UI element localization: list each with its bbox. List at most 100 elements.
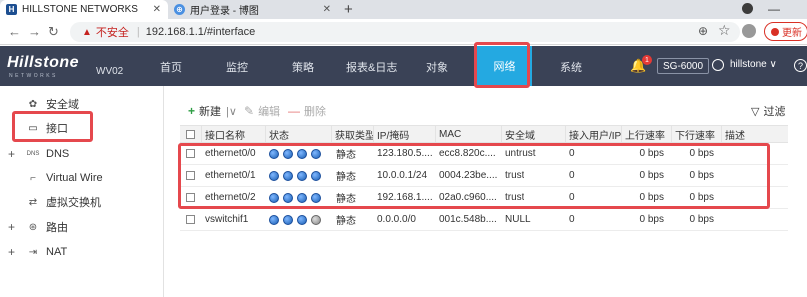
column-header[interactable]: 上行速率 — [622, 126, 672, 142]
nat-icon: ⇥ — [28, 246, 38, 258]
url-input[interactable]: ▲ 不安全 | 192.168.1.1/#interface — [70, 22, 740, 42]
back-icon[interactable]: ← — [8, 24, 21, 39]
update-button[interactable]: 更新 — [764, 22, 807, 41]
menu-home[interactable]: 首页 — [160, 59, 182, 75]
edit-button[interactable]: ✎ 编辑 — [244, 103, 280, 119]
new-label: 新建 — [199, 106, 222, 118]
delete-button[interactable]: — 删除 — [288, 103, 326, 119]
cell-ip: 0.0.0.0/0 — [377, 214, 416, 225]
security-zone-icon: ✿ — [28, 98, 38, 110]
column-header[interactable]: 描述 — [722, 126, 788, 142]
minimize-icon[interactable]: — — [768, 2, 780, 16]
forward-icon[interactable]: → — [28, 24, 41, 39]
dropdown-icon[interactable]: |∨ — [226, 105, 237, 118]
tab-title: 用户登录 - 博图 — [190, 6, 259, 17]
zoom-icon[interactable]: ⊕ — [698, 24, 708, 38]
browser-tab-login[interactable]: ⊕ 用户登录 - 博图 ✕ — [168, 0, 338, 19]
tab-title: HILLSTONE NETWORKS — [22, 4, 138, 15]
logo-subtitle: NETWORKS — [9, 73, 58, 79]
sidebar-item-label: DNS — [46, 148, 70, 160]
column-header[interactable]: 接口名称 — [202, 126, 266, 142]
cell-uplink: 0 bps — [639, 214, 664, 225]
update-label: 更新 — [782, 28, 802, 39]
filter-funnel-icon: ▽ — [751, 105, 760, 118]
sidebar-item-dns[interactable]: + DNS DNS — [0, 144, 164, 164]
status-down-icon — [311, 214, 321, 225]
browser-tab-strip: H HILLSTONE NETWORKS ✕ ⊕ 用户登录 - 博图 ✕ + — — [0, 0, 807, 19]
dns-icon: DNS — [26, 151, 40, 157]
cell-interface-name: vswitchif1 — [205, 214, 249, 225]
menu-reports-logs[interactable]: 报表&日志 — [346, 59, 397, 75]
model-label: WV02 — [96, 66, 124, 77]
sidebar-item-virtual-switch[interactable]: ⇄ 虚拟交换机 — [0, 192, 164, 212]
url-text: 192.168.1.1/#interface — [145, 26, 256, 38]
update-dot-icon — [771, 27, 779, 36]
bookmark-star-icon[interactable]: ☆ — [718, 22, 731, 39]
expand-icon[interactable]: + — [8, 245, 15, 259]
column-header[interactable]: MAC — [436, 126, 502, 142]
device-label: SG-6000 — [657, 58, 710, 74]
highlight-ethernet-rows — [178, 143, 770, 209]
sidebar-item-label: NAT — [46, 246, 68, 258]
hillstone-logo: Hillstone — [7, 54, 80, 71]
virtual-wire-icon: ⌐ — [30, 172, 36, 184]
expand-icon[interactable]: + — [8, 147, 15, 161]
close-icon[interactable]: ✕ — [323, 4, 331, 15]
menu-monitor[interactable]: 监控 — [226, 59, 248, 75]
sidebar-item-nat[interactable]: + ⇥ NAT — [0, 242, 164, 262]
user-menu[interactable]: hillstone ∨ — [730, 59, 777, 70]
minus-icon: — — [288, 104, 300, 118]
status-icons — [269, 209, 321, 230]
sidebar-item-route[interactable]: + ⊛ 路由 — [0, 217, 164, 237]
expand-icon[interactable]: + — [8, 220, 15, 234]
grid-toolbar: + 新建 |∨ ✎ 编辑 — 删除 ▽ 过滤 — [178, 100, 790, 120]
sidebar-item-virtual-wire[interactable]: ⌐ Virtual Wire — [0, 168, 164, 188]
table-row[interactable]: vswitchif1 静态 0.0.0.0/0 001c.548b.... NU… — [180, 209, 788, 231]
column-header[interactable]: 获取类型 — [332, 126, 374, 142]
cell-mac: 001c.548b.... — [439, 214, 497, 225]
browser-tab-hillstone[interactable]: H HILLSTONE NETWORKS ✕ — [0, 0, 168, 19]
column-header[interactable]: 状态 — [266, 126, 332, 142]
highlight-interface-item — [12, 111, 93, 142]
cell-downlink: 0 bps — [689, 214, 714, 225]
filter-button[interactable]: ▽ 过滤 — [751, 103, 785, 119]
sidebar-item-label: 路由 — [46, 222, 68, 234]
edit-label: 编辑 — [258, 106, 281, 118]
profile-avatar-icon[interactable] — [742, 24, 756, 38]
column-header[interactable]: IP/掩码 — [374, 126, 436, 142]
user-icon — [712, 59, 724, 71]
hillstone-favicon-icon: H — [6, 4, 17, 15]
virtual-switch-icon: ⇄ — [28, 196, 38, 208]
status-up-icon — [297, 214, 307, 225]
globe-favicon-icon: ⊕ — [174, 4, 185, 15]
menu-policy[interactable]: 策略 — [292, 59, 314, 75]
tab-search-icon[interactable] — [742, 3, 753, 14]
delete-label: 删除 — [304, 106, 326, 118]
address-bar: ← → ↻ ▲ 不安全 | 192.168.1.1/#interface ⊕ ☆… — [0, 19, 807, 45]
notification-badge: 1 — [642, 55, 652, 65]
new-button[interactable]: + 新建 |∨ — [188, 103, 237, 119]
column-header[interactable]: 安全域 — [502, 126, 566, 142]
sidebar-item-label: Virtual Wire — [46, 172, 103, 184]
menu-objects[interactable]: 对象 — [426, 59, 448, 75]
divider: | — [136, 26, 140, 38]
status-up-icon — [269, 214, 279, 225]
column-header[interactable]: 接入用户/IP — [566, 126, 622, 142]
column-header[interactable]: 下行速率 — [672, 126, 722, 142]
status-up-icon — [283, 214, 293, 225]
table-header: 接口名称 状态 获取类型 IP/掩码 MAC 安全域 接入用户/IP 上行速率 … — [180, 125, 788, 143]
row-checkbox[interactable] — [186, 209, 195, 230]
sidebar-item-label: 安全域 — [46, 99, 79, 111]
select-all-checkbox[interactable] — [180, 126, 202, 142]
help-icon[interactable]: ? — [794, 59, 807, 72]
reload-icon[interactable]: ↻ — [48, 24, 59, 40]
route-icon: ⊛ — [28, 221, 38, 233]
menu-system[interactable]: 系统 — [560, 59, 582, 75]
cell-zone: NULL — [505, 214, 531, 225]
insecure-label: 不安全 — [95, 27, 129, 39]
filter-label: 过滤 — [763, 106, 786, 118]
new-tab-button[interactable]: + — [344, 1, 353, 18]
close-icon[interactable]: ✕ — [153, 4, 161, 15]
plus-icon: + — [188, 104, 196, 118]
app-header: Hillstone NETWORKS WV02 首页 监控 策略 报表&日志 对… — [0, 46, 807, 86]
